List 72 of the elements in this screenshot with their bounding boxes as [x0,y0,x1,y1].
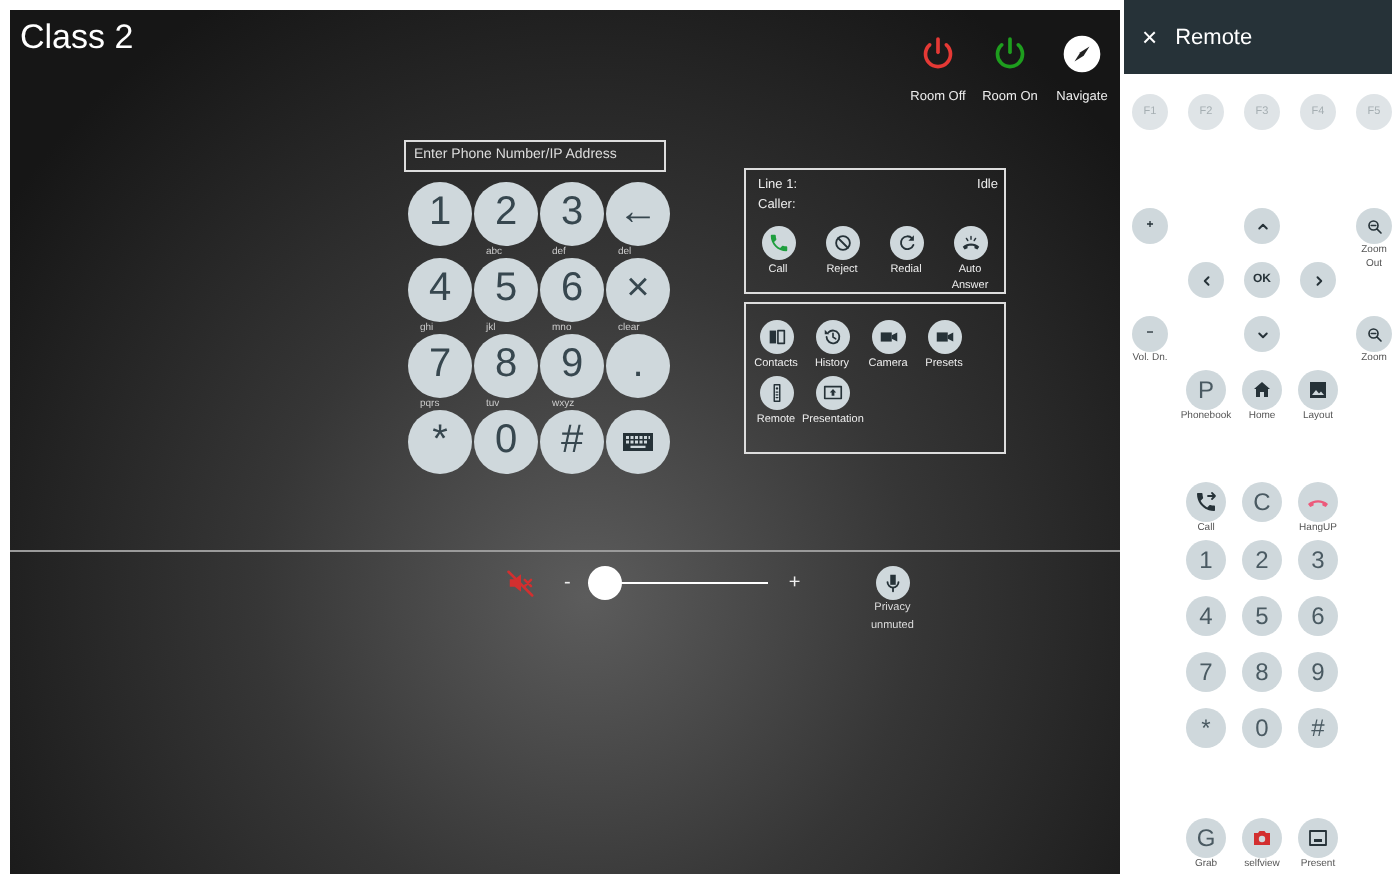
keypad-key[interactable]: 2 [474,181,538,245]
zoom-icon [1365,217,1383,235]
reject-button[interactable] [825,226,859,260]
keypad-key[interactable]: . [606,333,670,397]
remote-button[interactable]: 0 [1242,708,1282,748]
remote-button[interactable] [1242,370,1282,410]
phone-icon [767,232,789,254]
keypad-key[interactable]: ← [606,181,670,245]
presentation-button[interactable] [815,376,849,410]
auto-answer-button[interactable] [953,226,987,260]
block-icon [831,232,853,254]
contacts-button[interactable] [759,320,793,354]
remote-button[interactable] [759,376,793,410]
home-icon [1250,378,1274,402]
call-button[interactable] [761,226,795,260]
keypad-key[interactable]: 4 [408,257,472,321]
video-camera-icon [933,326,955,348]
remote-button[interactable]: P [1186,370,1226,410]
remote-button[interactable]: 5 [1242,596,1282,636]
call-transfer-icon [1194,490,1218,514]
screen-upload-icon [821,382,843,404]
microphone-icon [881,571,904,593]
history-button[interactable] [815,320,849,354]
keypad-key[interactable]: × [606,257,670,321]
keypad-key[interactable]: # [540,409,604,473]
volume-up-label: + [788,569,801,597]
video-camera-icon [877,326,899,348]
remote-button[interactable]: * [1186,708,1226,748]
video-button[interactable] [871,320,905,354]
remote-button[interactable]: 9 [1298,652,1338,692]
remote-title: Remote [1175,25,1253,49]
remote-button[interactable] [1356,316,1392,352]
camera-icon [1250,826,1274,850]
remote-button[interactable]: 4 [1186,596,1226,636]
remote-button[interactable] [1356,208,1392,244]
close-button[interactable]: × [1142,22,1158,52]
compass-icon [1062,34,1102,74]
zoom-icon [1365,325,1383,343]
refresh-icon [895,232,917,254]
remote-button[interactable] [1298,370,1338,410]
keypad-key[interactable]: 7 [408,333,472,397]
keypad-key[interactable]: 1 [408,181,472,245]
remote-button[interactable]: 6 [1298,596,1338,636]
video-button[interactable] [927,320,961,354]
history-icon [821,326,843,348]
remote-button[interactable] [1298,818,1338,858]
remote-button[interactable]: 3 [1298,540,1338,580]
redial-button[interactable] [889,226,923,260]
screen-icon [1306,826,1330,850]
keypad-key[interactable]: 5 [474,257,538,321]
keypad-key[interactable]: 0 [474,409,538,473]
remote-button[interactable]: 2 [1242,540,1282,580]
remote-button[interactable]: 1 [1186,540,1226,580]
remote-button[interactable]: # [1298,708,1338,748]
remote-button[interactable]: 8 [1242,652,1282,692]
phone-waves-icon [959,232,981,254]
keypad-key[interactable]: 8 [474,333,538,397]
remote-button[interactable]: C [1242,482,1282,522]
keypad-key[interactable]: 9 [540,333,604,397]
microphone-button[interactable] [875,565,910,599]
keypad-key[interactable]: 6 [540,257,604,321]
remote-button[interactable]: 7 [1186,652,1226,692]
slider-thumb[interactable] [588,565,623,599]
volume-down-label: - [564,569,571,597]
keypad-key[interactable] [606,409,670,473]
keypad-key[interactable]: * [408,409,472,473]
image-icon [1306,378,1330,402]
remote-button[interactable]: G [1186,818,1226,858]
remote-button[interactable] [1186,482,1226,522]
book-icon [765,326,787,348]
keypad-key[interactable]: 3 [540,181,604,245]
room-title: Class 2 [20,16,134,60]
